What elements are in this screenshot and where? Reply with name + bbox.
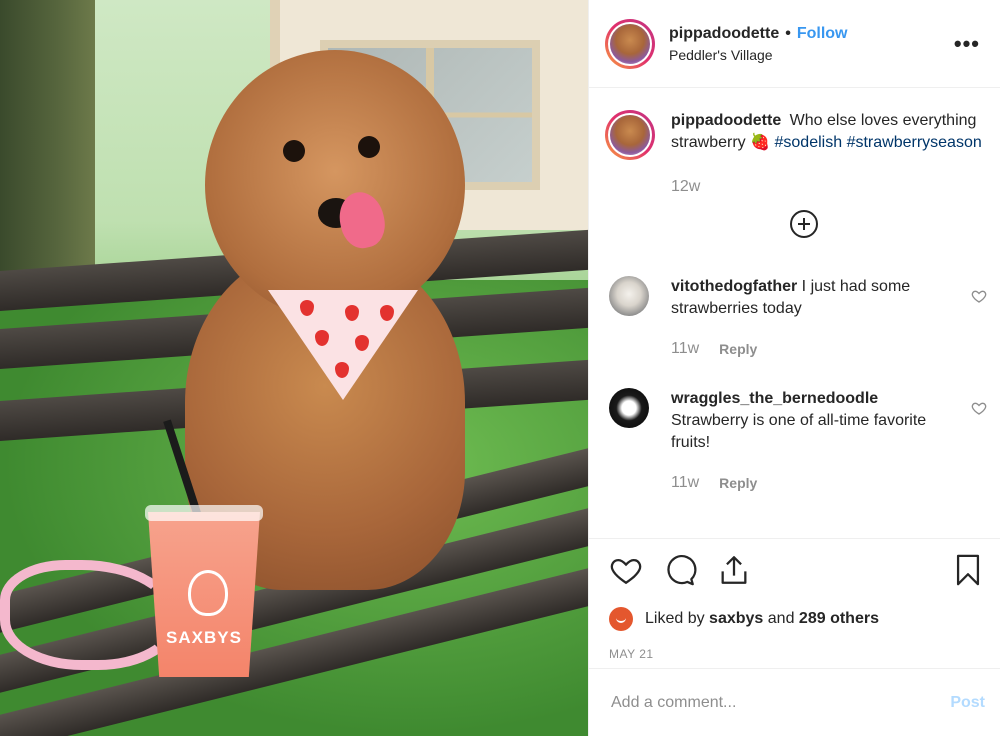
balloon-logo-icon bbox=[188, 570, 228, 616]
caption-time[interactable]: 12w bbox=[671, 178, 1000, 196]
caption-username[interactable]: pippadoodette bbox=[671, 112, 781, 129]
likes-joiner: and bbox=[767, 610, 795, 627]
liker-avatar[interactable] bbox=[609, 607, 633, 631]
comment-item: vitothedogfather I just had some strawbe… bbox=[589, 276, 1000, 360]
dog-head bbox=[205, 50, 465, 320]
comment-time[interactable]: 11w bbox=[671, 338, 699, 360]
author-avatar[interactable] bbox=[605, 18, 655, 69]
commenter-avatar[interactable] bbox=[609, 276, 649, 316]
comment-text: Strawberry is one of all-time favorite f… bbox=[671, 412, 927, 451]
add-comment-bar: Post bbox=[589, 668, 1000, 736]
heart-icon[interactable] bbox=[971, 288, 987, 304]
post-date[interactable]: MAY 21 bbox=[609, 647, 985, 661]
liker-username[interactable]: saxbys bbox=[709, 610, 763, 628]
post-location[interactable]: Peddler's Village bbox=[669, 47, 950, 63]
commenter-avatar[interactable] bbox=[609, 388, 649, 428]
separator-dot: • bbox=[785, 24, 791, 42]
comment-username[interactable]: wraggles_the_bernedoodle bbox=[671, 390, 878, 407]
comment-time[interactable]: 11w bbox=[671, 472, 699, 494]
post-actions: Liked by saxbys and 289 others MAY 21 bbox=[589, 538, 1000, 661]
post-caption: pippadoodette Who else loves everything … bbox=[589, 88, 1000, 160]
post-comment-button[interactable]: Post bbox=[950, 694, 985, 712]
reply-button[interactable]: Reply bbox=[719, 472, 757, 494]
post-header: pippadoodette • Follow Peddler's Village… bbox=[589, 0, 1000, 88]
heart-icon[interactable] bbox=[609, 553, 643, 587]
caption-avatar[interactable] bbox=[605, 110, 655, 160]
author-username[interactable]: pippadoodette bbox=[669, 25, 779, 43]
comment-input[interactable] bbox=[611, 693, 951, 712]
load-more-comments[interactable] bbox=[589, 210, 1000, 238]
follow-button[interactable]: Follow bbox=[797, 25, 848, 43]
comment-item: wraggles_the_bernedoodle Strawberry is o… bbox=[589, 388, 1000, 494]
dog-eye bbox=[283, 140, 305, 162]
comment-icon[interactable] bbox=[663, 553, 697, 587]
share-icon[interactable] bbox=[717, 553, 751, 587]
comment-username[interactable]: vitothedogfather bbox=[671, 278, 797, 295]
hashtag-link[interactable]: #sodelish bbox=[775, 134, 843, 151]
dog-eye bbox=[358, 136, 380, 158]
post-side-panel: pippadoodette • Follow Peddler's Village… bbox=[588, 0, 1000, 736]
plus-circle-icon[interactable] bbox=[790, 210, 818, 238]
likes-count[interactable]: 289 others bbox=[799, 610, 879, 628]
photo-tree bbox=[0, 0, 95, 300]
drink-cup-lid bbox=[145, 505, 263, 521]
likes-prefix: Liked by bbox=[645, 610, 705, 627]
reply-button[interactable]: Reply bbox=[719, 338, 757, 360]
bookmark-icon[interactable] bbox=[951, 553, 985, 587]
more-options-icon[interactable]: ••• bbox=[950, 31, 984, 57]
likes-summary: Liked by saxbys and 289 others bbox=[609, 607, 985, 631]
comments-section: pippadoodette Who else loves everything … bbox=[589, 88, 1000, 538]
cup-brand-text: SAXBYS bbox=[166, 628, 242, 647]
post-photo[interactable]: SAXBYS bbox=[0, 0, 588, 736]
hashtag-link[interactable]: #strawberryseason bbox=[847, 134, 982, 151]
heart-icon[interactable] bbox=[971, 400, 987, 416]
